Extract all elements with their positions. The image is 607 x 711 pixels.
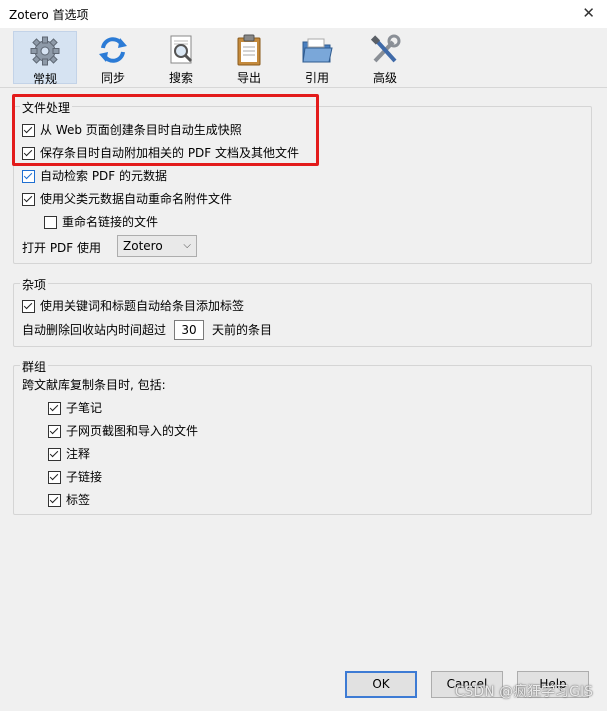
groups-group: 群组 跨文献库复制条目时, 包括: 子笔记 子网页截图和导入的文件 注释 子链接… — [13, 358, 592, 515]
tab-label: 同步 — [100, 71, 125, 85]
tags-checkbox[interactable] — [48, 493, 61, 507]
misc-group: 杂项 使用关键词和标题自动给条目添加标签 自动删除回收站内时间超过 30 天前的… — [13, 276, 592, 347]
auto-retrieve-metadata-option[interactable]: 自动检索 PDF 的元数据 — [22, 167, 167, 185]
trash-days-input[interactable]: 30 — [174, 320, 205, 340]
option-label: 标签 — [66, 493, 91, 507]
rename-linked-option[interactable]: 重命名链接的文件 — [44, 213, 158, 231]
window-title: Zotero 首选项 — [9, 8, 89, 22]
copy-label: 跨文献库复制条目时, 包括: — [22, 378, 166, 392]
tab-general[interactable]: 常规 — [13, 31, 77, 86]
tab-label: 高级 — [372, 71, 397, 85]
search-icon — [170, 35, 193, 64]
tools-icon — [370, 34, 401, 63]
tags-option[interactable]: 标签 — [48, 491, 90, 509]
auto-tags-option[interactable]: 使用关键词和标题自动给条目添加标签 — [22, 297, 244, 315]
clipboard-icon — [237, 34, 261, 66]
open-pdf-row: 打开 PDF 使用 Zotero ⌵ — [22, 235, 197, 257]
ok-button[interactable]: OK — [345, 671, 417, 698]
open-pdf-label: 打开 PDF 使用 — [22, 241, 102, 255]
option-label: 重命名链接的文件 — [62, 215, 159, 229]
auto-snapshot-checkbox[interactable] — [22, 123, 35, 137]
auto-snapshot-option[interactable]: 从 Web 页面创建条目时自动生成快照 — [22, 121, 242, 139]
tab-sync[interactable]: 同步 — [81, 31, 145, 85]
group-legend: 杂项 — [20, 276, 49, 293]
child-links-option[interactable]: 子链接 — [48, 468, 102, 486]
annotations-checkbox[interactable] — [48, 447, 61, 461]
auto-tags-checkbox[interactable] — [22, 299, 35, 313]
group-legend: 文件处理 — [20, 99, 73, 116]
auto-attach-pdf-checkbox[interactable] — [22, 146, 35, 160]
child-files-option[interactable]: 子网页截图和导入的文件 — [48, 422, 198, 440]
auto-attach-pdf-option[interactable]: 保存条目时自动附加相关的 PDF 文档及其他文件 — [22, 144, 299, 162]
option-label: 自动检索 PDF 的元数据 — [40, 169, 168, 183]
select-value: Zotero — [123, 239, 163, 253]
option-label: 子网页截图和导入的文件 — [66, 424, 199, 438]
option-label: 子笔记 — [66, 401, 103, 415]
child-links-checkbox[interactable] — [48, 470, 61, 484]
chevron-down-icon: ⌵ — [183, 240, 191, 251]
rename-linked-checkbox[interactable] — [44, 215, 57, 229]
tab-label: 导出 — [236, 71, 261, 85]
gear-icon — [30, 36, 60, 66]
child-notes-checkbox[interactable] — [48, 401, 61, 415]
tab-advanced[interactable]: 高级 — [353, 31, 417, 85]
option-label: 子链接 — [66, 470, 103, 484]
option-label: 保存条目时自动附加相关的 PDF 文档及其他文件 — [40, 146, 300, 160]
child-files-checkbox[interactable] — [48, 424, 61, 438]
auto-retrieve-metadata-checkbox[interactable] — [22, 169, 35, 183]
title-bar: Zotero 首选项 ✕ — [0, 0, 607, 28]
watermark: CSDN @疯狂学习GIS — [454, 684, 593, 700]
folder-icon — [302, 38, 333, 63]
tab-label: 常规 — [32, 72, 57, 86]
sync-icon — [99, 37, 127, 63]
tab-label: 引用 — [304, 71, 329, 85]
tab-export[interactable]: 导出 — [217, 31, 281, 85]
tab-cite[interactable]: 引用 — [285, 31, 349, 85]
group-legend: 群组 — [20, 358, 49, 375]
annotations-option[interactable]: 注释 — [48, 445, 90, 463]
trash-suffix-label: 天前的条目 — [212, 323, 273, 337]
option-label: 注释 — [66, 447, 91, 461]
auto-rename-checkbox[interactable] — [22, 192, 35, 206]
open-pdf-select[interactable]: Zotero ⌵ — [117, 235, 197, 257]
preferences-toolbar: 常规 同步 搜索 导出 引用 高级 — [0, 28, 607, 88]
option-label: 从 Web 页面创建条目时自动生成快照 — [40, 123, 242, 137]
child-notes-option[interactable]: 子笔记 — [48, 399, 102, 417]
option-label: 使用父类元数据自动重命名附件文件 — [40, 192, 233, 206]
tab-label: 搜索 — [168, 71, 193, 85]
close-icon[interactable]: ✕ — [582, 4, 595, 22]
trash-row: 自动删除回收站内时间超过 30 天前的条目 — [22, 320, 273, 340]
auto-rename-option[interactable]: 使用父类元数据自动重命名附件文件 — [22, 190, 232, 208]
trash-prefix-label: 自动删除回收站内时间超过 — [22, 323, 167, 337]
tab-search[interactable]: 搜索 — [149, 31, 213, 85]
copy-label-row: 跨文献库复制条目时, 包括: — [22, 376, 166, 394]
option-label: 使用关键词和标题自动给条目添加标签 — [40, 299, 245, 313]
file-handling-group: 文件处理 从 Web 页面创建条目时自动生成快照 保存条目时自动附加相关的 PD… — [13, 99, 592, 264]
